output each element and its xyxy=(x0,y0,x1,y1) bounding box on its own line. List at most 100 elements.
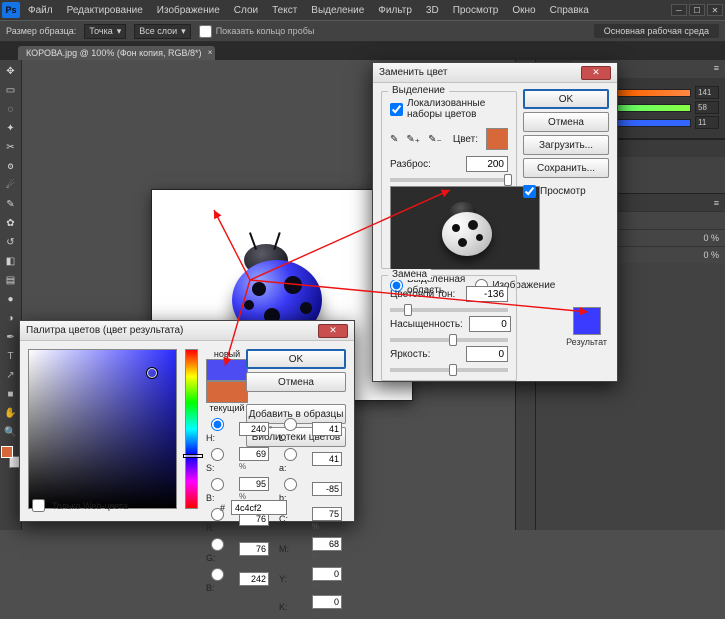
stamp-tool-icon[interactable]: ✿ xyxy=(2,214,20,232)
r-input[interactable] xyxy=(695,86,719,99)
radio-lab-b[interactable]: b: xyxy=(279,475,306,503)
zoom-tool-icon[interactable]: 🔍 xyxy=(2,423,20,441)
workspace-switcher[interactable]: Основная рабочая среда xyxy=(594,24,719,38)
saturation-slider[interactable] xyxy=(390,338,508,342)
radio-h[interactable]: H: xyxy=(206,415,233,443)
hue-thumb[interactable] xyxy=(183,454,203,458)
panel-menu-icon[interactable]: ≡ xyxy=(714,198,719,208)
a-input[interactable] xyxy=(312,452,342,466)
source-color-swatch[interactable] xyxy=(486,128,508,150)
menu-3d[interactable]: 3D xyxy=(420,3,445,18)
dodge-tool-icon[interactable]: ◑ xyxy=(2,309,20,327)
marquee-tool-icon[interactable]: ▭ xyxy=(2,81,20,99)
l-input[interactable] xyxy=(312,422,342,436)
saturation-input[interactable] xyxy=(469,316,511,332)
eyedropper-plus-icon[interactable]: ✎₊ xyxy=(406,134,420,145)
wand-tool-icon[interactable]: ✦ xyxy=(2,119,20,137)
options-ring-checkbox[interactable]: Показать кольцо пробы xyxy=(199,25,315,38)
pen-tool-icon[interactable]: ✒ xyxy=(2,328,20,346)
blur-tool-icon[interactable]: ● xyxy=(2,290,20,308)
hue-slider[interactable] xyxy=(390,308,508,312)
menu-layers[interactable]: Слои xyxy=(228,3,264,18)
preview-checkbox[interactable]: Просмотр xyxy=(523,185,609,198)
y-input[interactable] xyxy=(312,567,342,581)
s-input[interactable] xyxy=(239,447,269,461)
panel-menu-icon[interactable]: ≡ xyxy=(708,60,725,78)
m-input[interactable] xyxy=(312,537,342,551)
gg-input[interactable] xyxy=(239,542,269,556)
path-tool-icon[interactable]: ↗ xyxy=(2,366,20,384)
shape-tool-icon[interactable]: ■ xyxy=(2,385,20,403)
menu-help[interactable]: Справка xyxy=(544,3,595,18)
radio-b[interactable]: B: xyxy=(206,475,233,503)
dialog-close-button[interactable]: ✕ xyxy=(318,324,348,338)
menu-filter[interactable]: Фильтр xyxy=(372,3,418,18)
labb-input[interactable] xyxy=(312,482,342,496)
history-brush-tool-icon[interactable]: ↺ xyxy=(2,233,20,251)
menu-view[interactable]: Просмотр xyxy=(447,3,505,18)
fuzziness-slider[interactable] xyxy=(390,178,508,182)
color-picker-titlebar[interactable]: Палитра цветов (цвет результата) ✕ xyxy=(20,321,354,341)
window-minimize-button[interactable]: ─ xyxy=(671,4,687,16)
eyedropper-icon[interactable]: ✎ xyxy=(390,134,398,145)
radio-l[interactable]: L: xyxy=(279,415,306,443)
radio-a[interactable]: a: xyxy=(279,445,306,473)
crop-tool-icon[interactable]: ✂ xyxy=(2,138,20,156)
hue-strip[interactable] xyxy=(185,349,198,509)
localized-check-input[interactable] xyxy=(390,103,403,116)
window-maximize-button[interactable]: ☐ xyxy=(689,4,705,16)
options-ring-check-input[interactable] xyxy=(199,25,212,38)
ok-button[interactable]: OK xyxy=(246,349,346,369)
lightness-slider[interactable] xyxy=(390,368,508,372)
b-input[interactable] xyxy=(695,116,719,129)
move-tool-icon[interactable]: ✥ xyxy=(2,62,20,80)
hex-input[interactable] xyxy=(231,500,287,515)
foreground-color-swatch[interactable] xyxy=(1,446,13,458)
cancel-button[interactable]: Отмена xyxy=(523,112,609,132)
new-color-swatch[interactable] xyxy=(206,359,248,381)
foreground-background-swatches[interactable] xyxy=(1,446,21,468)
web-only-checkbox[interactable]: Только Web-цвета xyxy=(28,496,128,515)
bv-input[interactable] xyxy=(239,477,269,491)
eraser-tool-icon[interactable]: ◧ xyxy=(2,252,20,270)
localized-checkbox[interactable]: Локализованные наборы цветов xyxy=(390,98,508,120)
sv-indicator[interactable] xyxy=(147,368,157,378)
lasso-tool-icon[interactable]: ◌ xyxy=(2,100,20,118)
bb-input[interactable] xyxy=(239,572,269,586)
radio-g[interactable]: G: xyxy=(206,535,233,563)
h-input[interactable] xyxy=(239,422,269,436)
result-color-swatch[interactable] xyxy=(573,307,601,335)
gradient-tool-icon[interactable]: ▤ xyxy=(2,271,20,289)
fuzziness-input[interactable] xyxy=(466,156,508,172)
ok-button[interactable]: OK xyxy=(523,89,609,109)
options-sample2-dropdown[interactable]: Все слои▾ xyxy=(134,24,190,39)
current-color-swatch[interactable] xyxy=(206,381,248,403)
c-input[interactable] xyxy=(312,507,342,521)
sv-field[interactable] xyxy=(28,349,177,509)
radio-s[interactable]: S: xyxy=(206,445,233,473)
menu-file[interactable]: Файл xyxy=(22,3,59,18)
radio-bb[interactable]: B: xyxy=(206,565,233,593)
replace-color-titlebar[interactable]: Заменить цвет ✕ xyxy=(373,63,617,83)
menu-edit[interactable]: Редактирование xyxy=(61,3,149,18)
heal-tool-icon[interactable]: ☄ xyxy=(2,176,20,194)
hue-input[interactable] xyxy=(466,286,508,302)
load-button[interactable]: Загрузить... xyxy=(523,135,609,155)
document-tab-close-icon[interactable]: × xyxy=(208,48,213,57)
save-button[interactable]: Сохранить... xyxy=(523,158,609,178)
menu-window[interactable]: Окно xyxy=(506,3,541,18)
k-input[interactable] xyxy=(312,595,342,609)
eyedropper-minus-icon[interactable]: ✎₋ xyxy=(428,134,442,145)
menu-text[interactable]: Текст xyxy=(266,3,303,18)
lightness-input[interactable] xyxy=(466,346,508,362)
eyedropper-tool-icon[interactable]: ꙩ xyxy=(2,157,20,175)
dialog-close-button[interactable]: ✕ xyxy=(581,66,611,80)
g-input[interactable] xyxy=(695,101,719,114)
type-tool-icon[interactable]: T xyxy=(2,347,20,365)
document-tab[interactable]: КОРОВА.jpg @ 100% (Фон копия, RGB/8*) × xyxy=(18,46,215,60)
hand-tool-icon[interactable]: ✋ xyxy=(2,404,20,422)
menu-image[interactable]: Изображение xyxy=(151,3,226,18)
window-close-button[interactable]: ✕ xyxy=(707,4,723,16)
brush-tool-icon[interactable]: ✎ xyxy=(2,195,20,213)
options-sample-dropdown[interactable]: Точка▾ xyxy=(84,24,126,39)
